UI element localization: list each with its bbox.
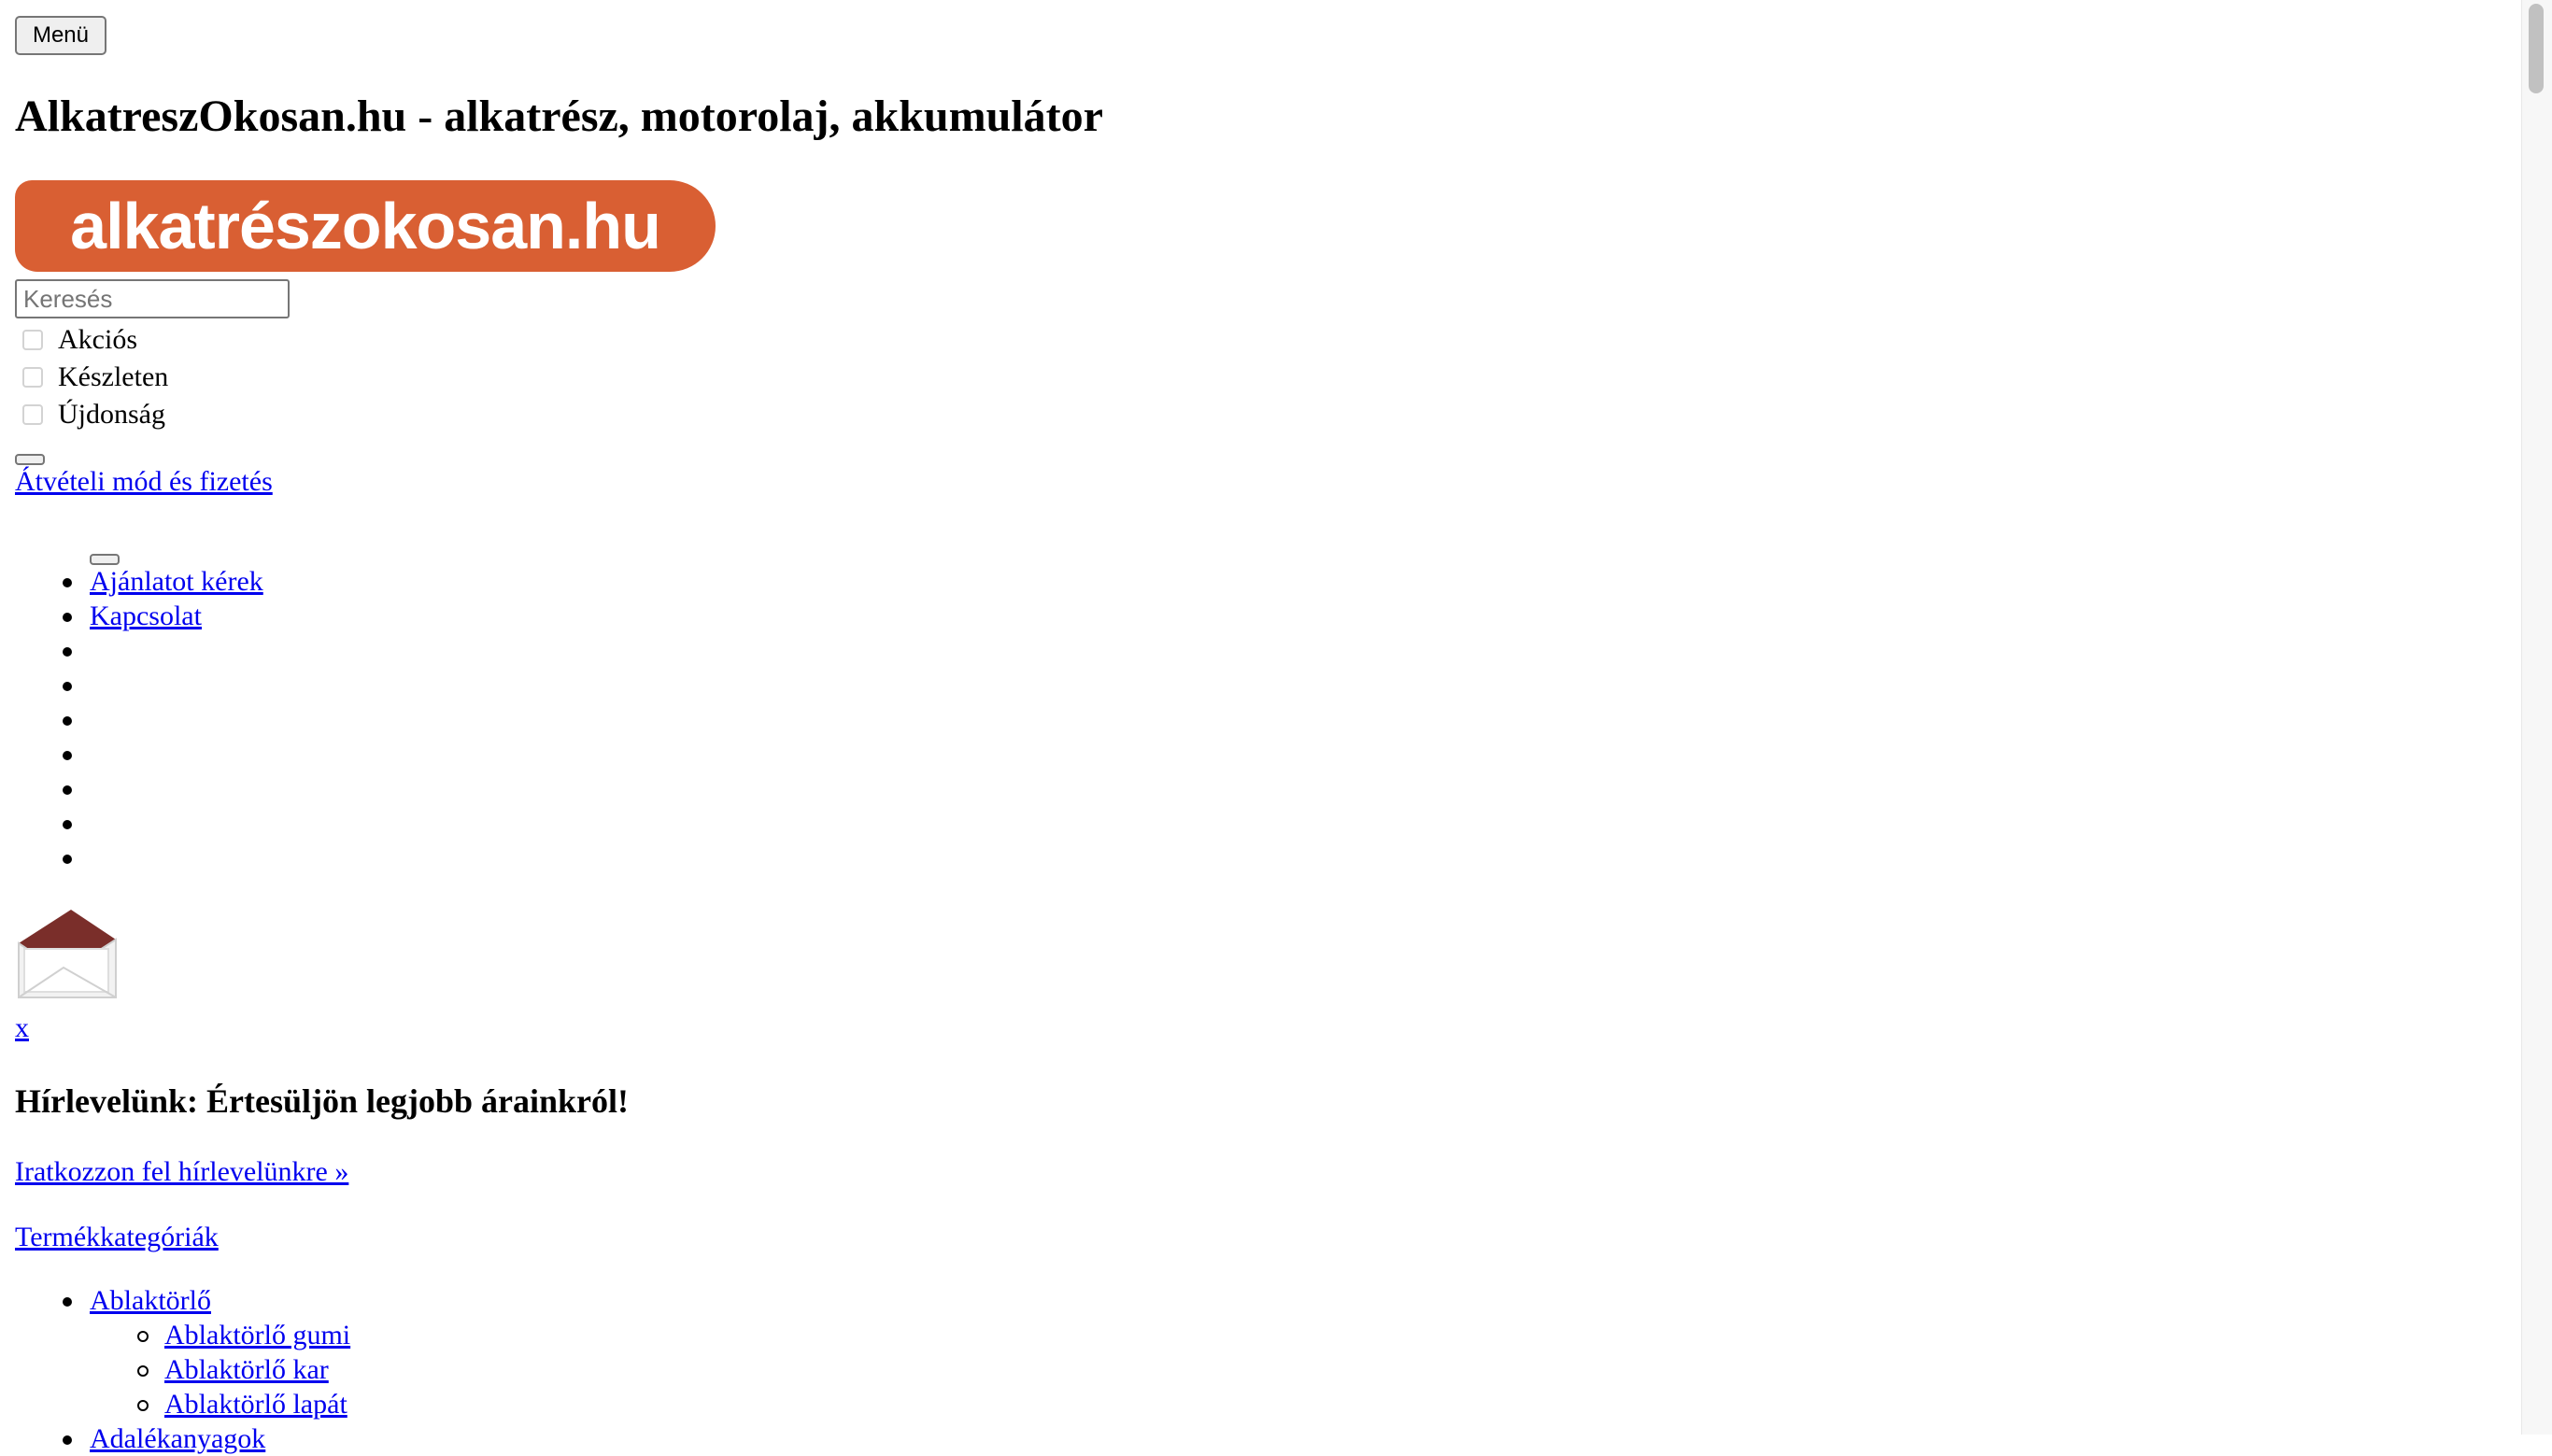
category-link-ablaktorlo[interactable]: Ablaktörlő: [90, 1285, 211, 1316]
nav-item: [0, 633, 263, 668]
filter-label: Készleten: [58, 361, 169, 392]
nav-item: [0, 668, 263, 702]
nav-item: [0, 737, 263, 771]
filter-akcios[interactable]: Akciós: [15, 321, 168, 359]
search-input[interactable]: [15, 279, 290, 318]
category-item: Ablaktörlő: [0, 1283, 350, 1318]
category-link-ablaktorlo-lapat[interactable]: Ablaktörlő lapát: [164, 1389, 347, 1420]
nav-item: [0, 771, 263, 806]
scrollbar-thumb[interactable]: [2529, 4, 2544, 93]
newsletter-close-link[interactable]: x: [15, 1011, 29, 1045]
filter-ujdonsag[interactable]: Újdonság: [15, 396, 168, 433]
category-link-ablaktorlo-kar[interactable]: Ablaktörlő kar: [164, 1354, 329, 1385]
filter-label: Akciós: [58, 324, 137, 355]
site-logo[interactable]: alkatrészokosan.hu: [15, 180, 716, 272]
nav-link-kapcsolat[interactable]: Kapcsolat: [90, 601, 202, 631]
vertical-scrollbar[interactable]: [2521, 0, 2552, 1435]
category-list: Ablaktörlő Ablaktörlő gumi Ablaktörlő ka…: [0, 1283, 350, 1456]
nav-item: [0, 702, 263, 737]
filter-ujdonsag-checkbox[interactable]: [22, 404, 43, 425]
main-nav: Ajánlatot kérek Kapcsolat: [0, 564, 263, 875]
logo-text: alkatrészokosan.hu: [70, 190, 661, 262]
search-filters: Akciós Készleten Újdonság: [15, 321, 168, 433]
category-item: Adalékanyagok: [0, 1421, 350, 1456]
filter-keszleten[interactable]: Készleten: [15, 359, 168, 396]
category-link-ablaktorlo-gumi[interactable]: Ablaktörlő gumi: [164, 1320, 350, 1350]
nav-item: [0, 806, 263, 841]
page-title: AlkatreszOkosan.hu - alkatrész, motorola…: [15, 92, 1103, 141]
nav-link-ajanlat[interactable]: Ajánlatot kérek: [90, 566, 263, 597]
menu-button[interactable]: Menü: [15, 16, 106, 55]
newsletter-subscribe-link[interactable]: Iratkozzon fel hírlevelünkre »: [15, 1155, 348, 1189]
categories-heading-link[interactable]: Termékkategóriák: [15, 1221, 219, 1254]
subcategory-item: Ablaktörlő lapát: [0, 1387, 350, 1421]
filter-label: Újdonság: [58, 399, 165, 430]
nav-item: Ajánlatot kérek: [0, 564, 263, 599]
subcategory-item: Ablaktörlő gumi: [0, 1318, 350, 1352]
page: Menü AlkatreszOkosan.hu - alkatrész, mot…: [0, 0, 2522, 1454]
subcategory-item: Ablaktörlő kar: [0, 1352, 350, 1387]
nav-item: [0, 841, 263, 875]
newsletter-title: Hírlevelünk: Értesüljön legjobb árainkró…: [15, 1082, 629, 1120]
shipping-payment-link[interactable]: Átvételi mód és fizetés: [15, 465, 273, 499]
filter-akcios-checkbox[interactable]: [22, 330, 43, 350]
envelope-icon: [18, 910, 117, 998]
nav-item: Kapcsolat: [0, 599, 263, 633]
category-link-adalekanyagok[interactable]: Adalékanyagok: [90, 1423, 265, 1454]
search-submit-button[interactable]: [15, 454, 45, 465]
filter-keszleten-checkbox[interactable]: [22, 367, 43, 388]
